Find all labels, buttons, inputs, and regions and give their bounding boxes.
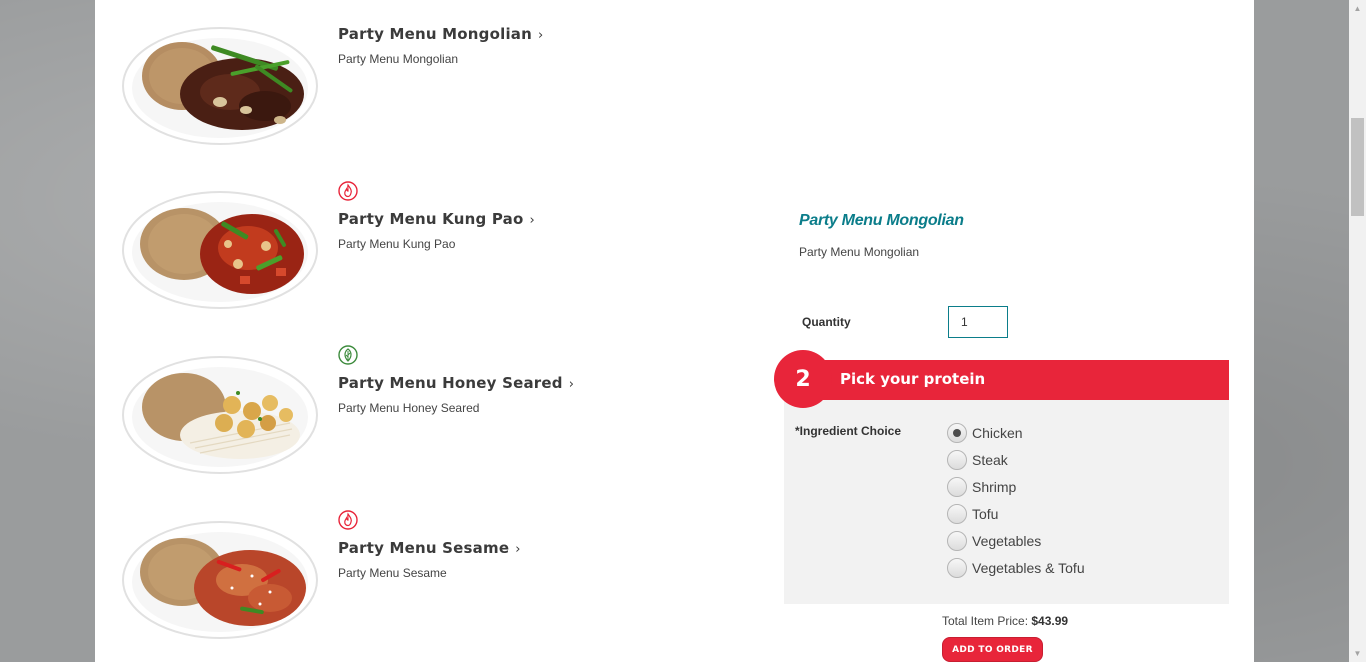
option-label[interactable]: Tofu [972,506,998,522]
step-number: 2 [774,350,832,408]
scroll-up-arrow-icon[interactable]: ▲ [1349,0,1366,17]
radio-button[interactable] [947,503,967,524]
option-steak[interactable]: Steak [947,446,1085,473]
total-price-value: $43.99 [1031,614,1069,628]
wok-smart-icon [338,345,358,365]
spicy-icon [338,510,358,530]
protein-panel: 2 Pick your protein *Ingredient Choice C… [774,350,1229,604]
detail-description: Party Menu Mongolian [799,245,920,259]
spicy-icon [338,181,358,201]
menu-item-description: Party Menu Honey Seared [338,401,480,415]
option-vegetables[interactable]: Vegetables [947,527,1085,554]
ingredient-choice-label: *Ingredient Choice [795,424,902,438]
radio-button[interactable] [947,422,967,443]
menu-item-description: Party Menu Sesame [338,566,447,580]
add-to-order-button[interactable]: ADD TO ORDER [942,637,1043,662]
menu-item-title[interactable]: Party Menu Honey Seared › [338,374,574,392]
scroll-down-arrow-icon[interactable]: ▼ [1349,645,1366,662]
radio-button[interactable] [947,557,967,578]
dish-image-honey-seared[interactable] [120,353,320,477]
chevron-right-icon: › [515,542,521,557]
menu-item-title[interactable]: Party Menu Kung Pao › [338,210,535,228]
option-label[interactable]: Shrimp [972,479,1016,495]
menu-item-title-text[interactable]: Party Menu Sesame [338,539,509,557]
option-label[interactable]: Chicken [972,425,1023,441]
radio-button[interactable] [947,530,967,551]
chevron-right-icon: › [538,28,544,43]
menu-item-description: Party Menu Kung Pao [338,237,456,251]
option-shrimp[interactable]: Shrimp [947,473,1085,500]
vertical-scrollbar[interactable]: ▲ ▼ [1349,0,1366,662]
menu-item-title[interactable]: Party Menu Sesame › [338,539,521,557]
menu-item[interactable]: Party Menu Honey Seared › Party Menu Hone… [95,335,755,495]
step-header: 2 Pick your protein [774,350,1229,408]
menu-item[interactable]: Party Menu Mongolian › Party Menu Mongoli… [95,0,755,160]
menu-item[interactable]: Party Menu Sesame › Party Menu Sesame [95,500,755,660]
scroll-thumb[interactable] [1351,118,1364,216]
quantity-label: Quantity [802,315,851,329]
radio-button[interactable] [947,449,967,470]
dish-image-kung-pao[interactable] [120,188,320,312]
menu-item-title-text[interactable]: Party Menu Mongolian [338,25,532,43]
chevron-right-icon: › [568,377,575,392]
option-vegetables-tofu[interactable]: Vegetables & Tofu [947,554,1085,581]
quantity-input[interactable] [948,306,1008,338]
total-price: Total Item Price: $43.99 [942,614,1068,628]
option-chicken[interactable]: Chicken [947,419,1085,446]
menu-item[interactable]: Party Menu Kung Pao › Party Menu Kung Pao [95,170,755,330]
ingredient-options: Chicken Steak Shrimp Tofu Vegetables Veg… [947,419,1085,581]
total-price-label: Total Item Price: [942,614,1029,628]
option-tofu[interactable]: Tofu [947,500,1085,527]
dish-image-mongolian[interactable] [120,24,320,148]
chevron-right-icon: › [529,213,535,228]
dish-image-sesame[interactable] [120,518,320,642]
detail-title: Party Menu Mongolian [799,212,964,229]
page-content: Party Menu Mongolian › Party Menu Mongoli… [95,0,1254,662]
option-label[interactable]: Vegetables [972,533,1041,549]
menu-item-title-text[interactable]: Party Menu Honey Seared [338,374,563,392]
menu-item-description: Party Menu Mongolian [338,52,459,66]
menu-item-title[interactable]: Party Menu Mongolian › [338,25,543,43]
menu-item-title-text[interactable]: Party Menu Kung Pao [338,210,523,228]
option-label[interactable]: Steak [972,452,1008,468]
radio-button[interactable] [947,476,967,497]
step-title: Pick your protein [840,370,986,388]
option-label[interactable]: Vegetables & Tofu [972,560,1085,576]
